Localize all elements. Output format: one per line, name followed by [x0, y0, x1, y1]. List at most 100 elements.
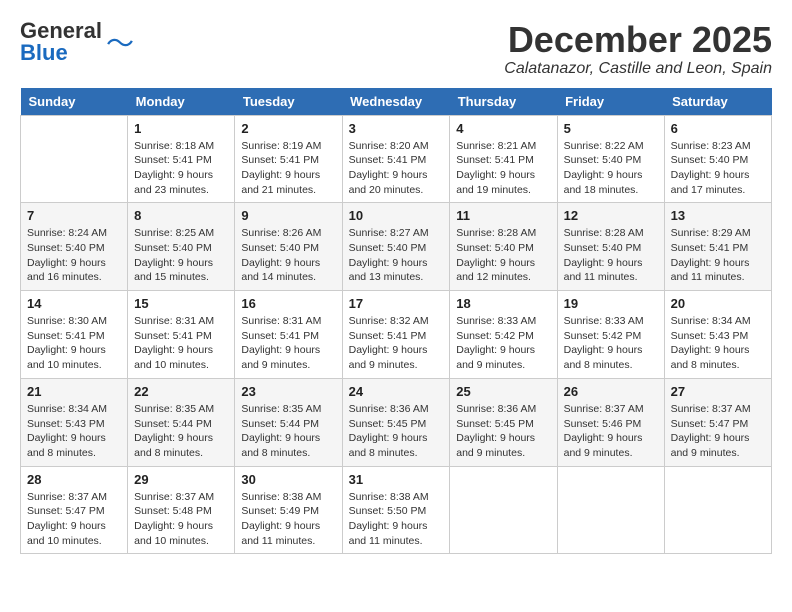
day-info: Sunrise: 8:21 AM Sunset: 5:41 PM Dayligh…	[456, 139, 550, 198]
day-info: Sunrise: 8:28 AM Sunset: 5:40 PM Dayligh…	[564, 226, 658, 285]
calendar-cell: 8 Sunrise: 8:25 AM Sunset: 5:40 PM Daylig…	[128, 203, 235, 291]
day-info: Sunrise: 8:36 AM Sunset: 5:45 PM Dayligh…	[349, 402, 444, 461]
calendar-cell: 13 Sunrise: 8:29 AM Sunset: 5:41 PM Dayli…	[664, 203, 771, 291]
calendar-cell: 21 Sunrise: 8:34 AM Sunset: 5:43 PM Dayli…	[21, 378, 128, 466]
day-number: 10	[349, 208, 444, 223]
day-number: 30	[241, 472, 335, 487]
calendar-cell	[664, 466, 771, 554]
day-info: Sunrise: 8:36 AM Sunset: 5:45 PM Dayligh…	[456, 402, 550, 461]
day-info: Sunrise: 8:29 AM Sunset: 5:41 PM Dayligh…	[671, 226, 765, 285]
day-info: Sunrise: 8:22 AM Sunset: 5:40 PM Dayligh…	[564, 139, 658, 198]
day-info: Sunrise: 8:25 AM Sunset: 5:40 PM Dayligh…	[134, 226, 228, 285]
day-number: 16	[241, 296, 335, 311]
day-info: Sunrise: 8:34 AM Sunset: 5:43 PM Dayligh…	[27, 402, 121, 461]
day-number: 19	[564, 296, 658, 311]
day-info: Sunrise: 8:37 AM Sunset: 5:46 PM Dayligh…	[564, 402, 658, 461]
column-header-wednesday: Wednesday	[342, 88, 450, 116]
day-info: Sunrise: 8:35 AM Sunset: 5:44 PM Dayligh…	[134, 402, 228, 461]
day-number: 22	[134, 384, 228, 399]
day-number: 31	[349, 472, 444, 487]
column-header-monday: Monday	[128, 88, 235, 116]
day-number: 6	[671, 121, 765, 136]
calendar-cell: 12 Sunrise: 8:28 AM Sunset: 5:40 PM Dayli…	[557, 203, 664, 291]
day-number: 29	[134, 472, 228, 487]
logo-blue-text: Blue	[20, 42, 102, 64]
day-number: 3	[349, 121, 444, 136]
day-number: 17	[349, 296, 444, 311]
calendar-cell: 22 Sunrise: 8:35 AM Sunset: 5:44 PM Dayli…	[128, 378, 235, 466]
calendar-header: SundayMondayTuesdayWednesdayThursdayFrid…	[21, 88, 772, 116]
day-info: Sunrise: 8:38 AM Sunset: 5:50 PM Dayligh…	[349, 490, 444, 549]
day-info: Sunrise: 8:30 AM Sunset: 5:41 PM Dayligh…	[27, 314, 121, 373]
day-number: 7	[27, 208, 121, 223]
calendar-cell: 27 Sunrise: 8:37 AM Sunset: 5:47 PM Dayli…	[664, 378, 771, 466]
day-number: 1	[134, 121, 228, 136]
calendar-cell: 14Sunrise: 8:30 AM Sunset: 5:41 PM Dayli…	[21, 291, 128, 379]
column-header-tuesday: Tuesday	[235, 88, 342, 116]
logo-general-text: General	[20, 20, 102, 42]
calendar-cell: 23 Sunrise: 8:35 AM Sunset: 5:44 PM Dayli…	[235, 378, 342, 466]
calendar-cell: 28Sunrise: 8:37 AM Sunset: 5:47 PM Dayli…	[21, 466, 128, 554]
logo: General Blue 〜	[20, 20, 134, 64]
calendar-cell: 18 Sunrise: 8:33 AM Sunset: 5:42 PM Dayli…	[450, 291, 557, 379]
day-info: Sunrise: 8:20 AM Sunset: 5:41 PM Dayligh…	[349, 139, 444, 198]
day-info: Sunrise: 8:38 AM Sunset: 5:49 PM Dayligh…	[241, 490, 335, 549]
day-number: 26	[564, 384, 658, 399]
calendar-cell: 24 Sunrise: 8:36 AM Sunset: 5:45 PM Dayli…	[342, 378, 450, 466]
day-number: 25	[456, 384, 550, 399]
day-info: Sunrise: 8:37 AM Sunset: 5:48 PM Dayligh…	[134, 490, 228, 549]
calendar-cell: 31 Sunrise: 8:38 AM Sunset: 5:50 PM Dayli…	[342, 466, 450, 554]
day-number: 28	[27, 472, 121, 487]
day-number: 5	[564, 121, 658, 136]
calendar-cell: 16 Sunrise: 8:31 AM Sunset: 5:41 PM Dayli…	[235, 291, 342, 379]
calendar-cell: 20 Sunrise: 8:34 AM Sunset: 5:43 PM Dayli…	[664, 291, 771, 379]
day-info: Sunrise: 8:19 AM Sunset: 5:41 PM Dayligh…	[241, 139, 335, 198]
calendar-cell: 7Sunrise: 8:24 AM Sunset: 5:40 PM Daylig…	[21, 203, 128, 291]
page-header: General Blue 〜 December 2025 Calatanazor…	[20, 20, 772, 78]
calendar-cell: 11 Sunrise: 8:28 AM Sunset: 5:40 PM Dayli…	[450, 203, 557, 291]
day-info: Sunrise: 8:32 AM Sunset: 5:41 PM Dayligh…	[349, 314, 444, 373]
day-info: Sunrise: 8:23 AM Sunset: 5:40 PM Dayligh…	[671, 139, 765, 198]
day-info: Sunrise: 8:18 AM Sunset: 5:41 PM Dayligh…	[134, 139, 228, 198]
title-block: December 2025 Calatanazor, Castille and …	[504, 20, 772, 78]
calendar-cell	[21, 115, 128, 203]
day-info: Sunrise: 8:31 AM Sunset: 5:41 PM Dayligh…	[241, 314, 335, 373]
day-number: 12	[564, 208, 658, 223]
day-info: Sunrise: 8:31 AM Sunset: 5:41 PM Dayligh…	[134, 314, 228, 373]
day-number: 2	[241, 121, 335, 136]
calendar-cell: 2 Sunrise: 8:19 AM Sunset: 5:41 PM Daylig…	[235, 115, 342, 203]
calendar-cell: 26 Sunrise: 8:37 AM Sunset: 5:46 PM Dayli…	[557, 378, 664, 466]
column-header-thursday: Thursday	[450, 88, 557, 116]
day-number: 24	[349, 384, 444, 399]
day-info: Sunrise: 8:27 AM Sunset: 5:40 PM Dayligh…	[349, 226, 444, 285]
day-info: Sunrise: 8:33 AM Sunset: 5:42 PM Dayligh…	[456, 314, 550, 373]
day-number: 20	[671, 296, 765, 311]
day-info: Sunrise: 8:34 AM Sunset: 5:43 PM Dayligh…	[671, 314, 765, 373]
column-header-friday: Friday	[557, 88, 664, 116]
day-number: 13	[671, 208, 765, 223]
calendar-cell	[450, 466, 557, 554]
day-number: 9	[241, 208, 335, 223]
day-info: Sunrise: 8:28 AM Sunset: 5:40 PM Dayligh…	[456, 226, 550, 285]
calendar-cell: 17 Sunrise: 8:32 AM Sunset: 5:41 PM Dayli…	[342, 291, 450, 379]
day-number: 18	[456, 296, 550, 311]
day-number: 11	[456, 208, 550, 223]
calendar-cell: 4 Sunrise: 8:21 AM Sunset: 5:41 PM Daylig…	[450, 115, 557, 203]
day-number: 4	[456, 121, 550, 136]
calendar-cell: 30 Sunrise: 8:38 AM Sunset: 5:49 PM Dayli…	[235, 466, 342, 554]
day-number: 8	[134, 208, 228, 223]
day-number: 21	[27, 384, 121, 399]
day-number: 23	[241, 384, 335, 399]
day-number: 27	[671, 384, 765, 399]
month-year-title: December 2025	[504, 20, 772, 60]
day-info: Sunrise: 8:33 AM Sunset: 5:42 PM Dayligh…	[564, 314, 658, 373]
day-info: Sunrise: 8:35 AM Sunset: 5:44 PM Dayligh…	[241, 402, 335, 461]
day-info: Sunrise: 8:37 AM Sunset: 5:47 PM Dayligh…	[671, 402, 765, 461]
day-number: 15	[134, 296, 228, 311]
calendar-cell: 5 Sunrise: 8:22 AM Sunset: 5:40 PM Daylig…	[557, 115, 664, 203]
calendar-cell: 29 Sunrise: 8:37 AM Sunset: 5:48 PM Dayli…	[128, 466, 235, 554]
logo-wave-icon: 〜	[106, 22, 134, 62]
location-subtitle: Calatanazor, Castille and Leon, Spain	[504, 60, 772, 78]
calendar-cell: 1 Sunrise: 8:18 AM Sunset: 5:41 PM Daylig…	[128, 115, 235, 203]
day-info: Sunrise: 8:26 AM Sunset: 5:40 PM Dayligh…	[241, 226, 335, 285]
